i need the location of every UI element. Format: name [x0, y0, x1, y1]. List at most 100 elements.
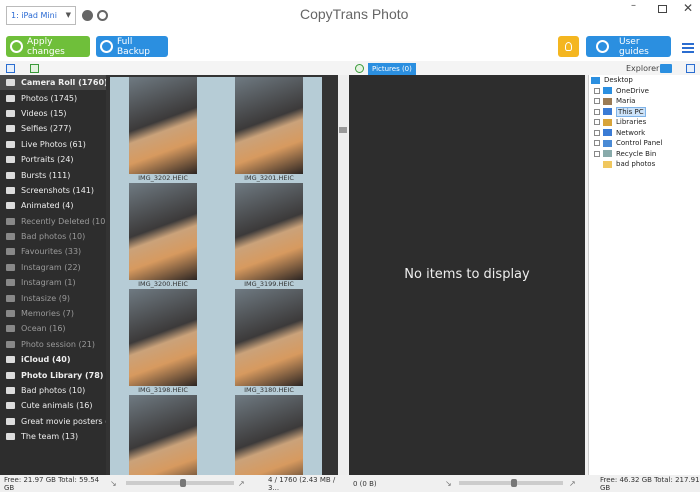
- zoom-slider-knob[interactable]: [511, 479, 517, 487]
- sidebar-item[interactable]: Bad photos (10): [0, 229, 106, 244]
- photo-image: [129, 395, 197, 475]
- collapse-left-icon[interactable]: [6, 64, 15, 73]
- expand-toggle[interactable]: [594, 98, 600, 105]
- zoom-out-icon[interactable]: ↘: [110, 479, 119, 488]
- expand-toggle[interactable]: [594, 119, 600, 126]
- photo-thumbnail[interactable]: [216, 395, 322, 475]
- explorer-item[interactable]: bad photos: [589, 159, 700, 170]
- photo-thumbnail[interactable]: IMG_3180.HEIC: [216, 289, 322, 395]
- expand-toggle[interactable]: [594, 150, 600, 157]
- sidebar-item[interactable]: Photos (1745): [0, 90, 106, 105]
- sidebar-item[interactable]: Camera Roll (1760): [0, 75, 106, 91]
- scrollbar-grip[interactable]: [339, 127, 347, 133]
- maximize-button[interactable]: [658, 5, 667, 13]
- explorer-item[interactable]: OneDrive: [589, 86, 700, 97]
- explorer-tree: Desktop OneDrive Maria This PC Libraries Netw…: [588, 75, 700, 475]
- expand-toggle[interactable]: [594, 129, 600, 136]
- portrait-icon: [6, 156, 15, 164]
- sidebar-item-label: The team (13): [21, 432, 79, 442]
- collapse-right-icon[interactable]: [686, 64, 695, 73]
- folder-icon[interactable]: [660, 64, 672, 73]
- pc-zoom-slider[interactable]: [459, 479, 563, 487]
- photo-caption: IMG_3201.HEIC: [244, 174, 294, 182]
- sidebar-item[interactable]: Favourites (33): [0, 244, 106, 259]
- sidebar-item[interactable]: Instagram (1): [0, 275, 106, 290]
- toolbar: Apply changes Full Backup User guides: [0, 32, 700, 61]
- explorer-label: Explorer: [626, 64, 660, 73]
- library-icon: [603, 118, 612, 126]
- sidebar-item[interactable]: Portraits (24): [0, 152, 106, 167]
- trash-icon: [603, 150, 612, 158]
- expand-toggle[interactable]: [594, 87, 600, 94]
- user-guides-button[interactable]: User guides: [586, 36, 671, 57]
- sidebar-item[interactable]: Live Photos (61): [0, 137, 106, 152]
- sidebar-item[interactable]: Bad photos (10): [0, 383, 106, 398]
- sidebar-item[interactable]: Memories (7): [0, 306, 106, 321]
- zoom-slider-knob[interactable]: [180, 479, 186, 487]
- desktop-icon: [591, 76, 600, 84]
- sidebar-item[interactable]: Photo Library (78): [0, 367, 106, 382]
- refresh-icon[interactable]: [97, 10, 108, 21]
- sidebar-item[interactable]: iCloud (40): [0, 352, 106, 367]
- sidebar-item[interactable]: Videos (15): [0, 106, 106, 121]
- zoom-out-icon[interactable]: ↘: [445, 479, 454, 488]
- explorer-item[interactable]: Maria: [589, 96, 700, 107]
- sidebar-item[interactable]: Screenshots (141): [0, 183, 106, 198]
- explorer-item-label: Network: [616, 128, 646, 137]
- photo-thumbnail[interactable]: IMG_3200.HEIC: [110, 183, 216, 289]
- lightbulb-icon: [565, 42, 572, 51]
- explorer-item[interactable]: Recycle Bin: [589, 149, 700, 160]
- sidebar-item-label: Screenshots (141): [21, 185, 94, 195]
- sidebar-item[interactable]: Animated (4): [0, 198, 106, 213]
- zoom-in-icon[interactable]: ↗: [569, 479, 578, 488]
- sidebar-item[interactable]: Ocean (16): [0, 321, 106, 336]
- photo-caption: IMG_3180.HEIC: [244, 386, 294, 394]
- photo-thumbnail[interactable]: IMG_3201.HEIC: [216, 77, 322, 183]
- zoom-in-icon[interactable]: ↗: [238, 479, 247, 488]
- explorer-item[interactable]: This PC: [589, 106, 700, 118]
- sidebar-item[interactable]: Bursts (111): [0, 167, 106, 182]
- album-icon: [6, 325, 15, 333]
- sidebar-item[interactable]: Cute animals (16): [0, 398, 106, 413]
- tips-button[interactable]: [558, 36, 579, 57]
- photo-thumbnail[interactable]: IMG_3199.HEIC: [216, 183, 322, 289]
- full-backup-button[interactable]: Full Backup: [96, 36, 168, 57]
- album-icon: [6, 263, 15, 271]
- gallery-scrollbar[interactable]: [338, 75, 348, 475]
- sidebar-item[interactable]: The team (13): [0, 429, 106, 444]
- photo-caption: IMG_3199.HEIC: [244, 280, 294, 288]
- add-icon[interactable]: [355, 64, 364, 73]
- apply-changes-button[interactable]: Apply changes: [6, 36, 90, 57]
- sidebar-item[interactable]: Selfies (277): [0, 121, 106, 136]
- expand-toggle[interactable]: [594, 108, 600, 115]
- sidebar-item[interactable]: Great movie posters (15): [0, 414, 106, 429]
- tab-pictures[interactable]: Pictures (0): [368, 63, 416, 75]
- sidebar-item-label: Camera Roll (1760): [21, 78, 106, 88]
- sidebar-item-label: Memories (7): [21, 309, 74, 319]
- explorer-item[interactable]: Desktop: [589, 75, 700, 86]
- close-button[interactable]: ✕: [683, 1, 693, 15]
- explorer-item[interactable]: Network: [589, 128, 700, 139]
- photo-image: [129, 289, 197, 386]
- sidebar-item[interactable]: Instagram (22): [0, 260, 106, 275]
- photo-thumbnail[interactable]: IMG_3202.HEIC: [110, 77, 216, 183]
- sidebar-item-label: Instagram (1): [21, 278, 76, 288]
- sidebar-item[interactable]: Instasize (9): [0, 290, 106, 305]
- explorer-item[interactable]: Control Panel: [589, 138, 700, 149]
- chevron-down-icon: ▼: [65, 11, 71, 19]
- sidebar-item[interactable]: Recently Deleted (10): [0, 214, 106, 229]
- photo-thumbnail[interactable]: [110, 395, 216, 475]
- photo-thumbnail[interactable]: IMG_3198.HEIC: [110, 289, 216, 395]
- eject-icon[interactable]: [82, 10, 93, 21]
- sub-toolbar: [0, 61, 700, 75]
- sidebar-item-label: Great movie posters (15): [21, 416, 106, 426]
- expand-toggle[interactable]: [594, 140, 600, 147]
- device-select[interactable]: 1: iPad Mini ▼: [6, 6, 76, 25]
- minimize-button[interactable]: –: [631, 0, 636, 11]
- zoom-slider[interactable]: [126, 479, 234, 487]
- new-album-icon[interactable]: [30, 64, 39, 73]
- gallery-status: ↘ ↗ 4 / 1760 (2.43 MB / 3...: [106, 475, 348, 492]
- sidebar-item[interactable]: Photo session (21): [0, 337, 106, 352]
- explorer-item[interactable]: Libraries: [589, 117, 700, 128]
- menu-icon[interactable]: [682, 43, 694, 55]
